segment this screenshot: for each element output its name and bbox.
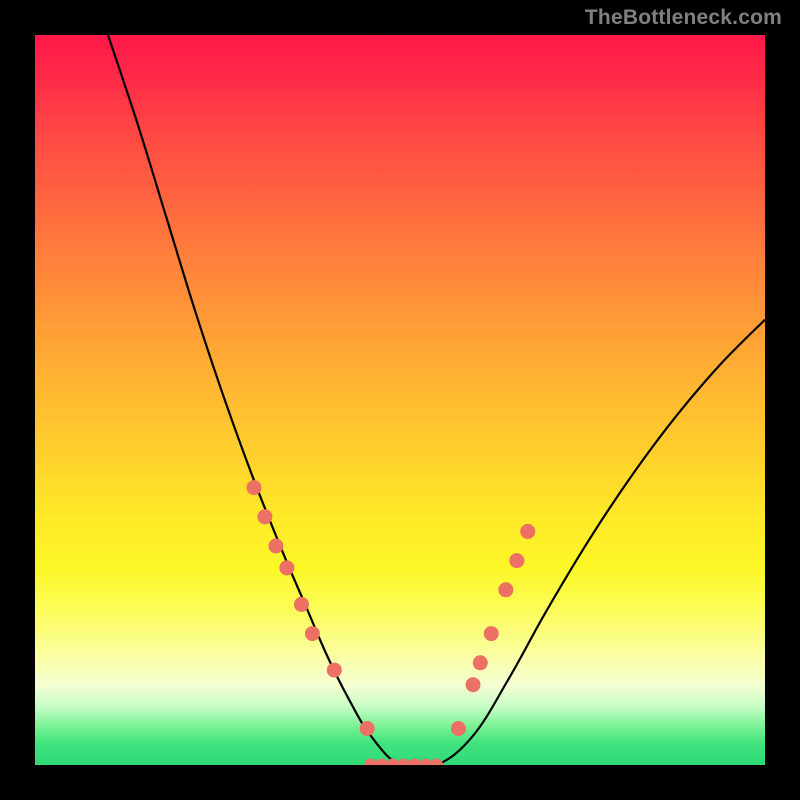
data-marker xyxy=(521,524,535,538)
data-marker xyxy=(499,583,513,597)
marker-cluster-valley xyxy=(365,759,443,765)
data-marker xyxy=(360,722,374,736)
curve-line xyxy=(108,35,765,765)
data-marker xyxy=(451,722,465,736)
data-marker xyxy=(258,510,272,524)
data-marker xyxy=(510,554,524,568)
data-marker xyxy=(305,627,319,641)
data-marker xyxy=(294,597,308,611)
data-marker xyxy=(409,759,421,765)
data-marker xyxy=(280,561,294,575)
data-marker xyxy=(387,759,399,765)
data-marker xyxy=(431,759,443,765)
plot-area xyxy=(35,35,765,765)
bottleneck-curve xyxy=(108,35,765,765)
data-marker xyxy=(376,759,388,765)
data-marker xyxy=(398,759,410,765)
data-marker xyxy=(466,678,480,692)
watermark-text: TheBottleneck.com xyxy=(585,6,782,30)
data-marker xyxy=(484,627,498,641)
curve-layer xyxy=(35,35,765,765)
chart-frame: TheBottleneck.com xyxy=(0,0,800,800)
data-marker xyxy=(247,481,261,495)
data-marker xyxy=(420,759,432,765)
data-marker xyxy=(269,539,283,553)
marker-cluster-left xyxy=(247,481,374,736)
data-marker xyxy=(327,663,341,677)
data-marker xyxy=(365,759,377,765)
data-marker xyxy=(473,656,487,670)
